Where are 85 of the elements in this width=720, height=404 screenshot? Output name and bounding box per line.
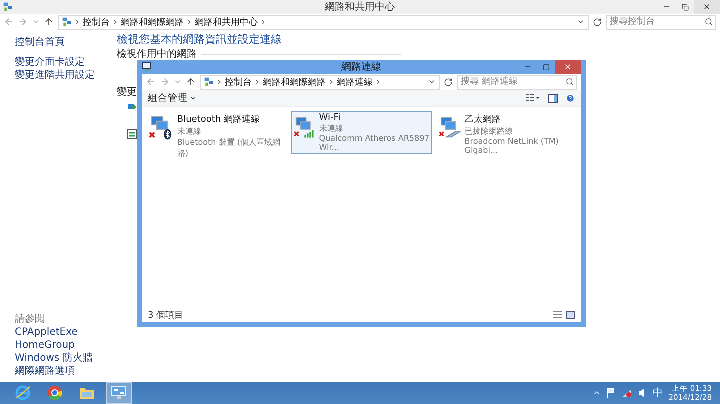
connection-item[interactable]: Bluetooth 網路連線 未連線 Bluetooth 裝置 (個人區域網路) — [146, 111, 287, 161]
dropdown-icon[interactable] — [577, 18, 585, 26]
search-field[interactable]: 搜尋控制台 — [606, 14, 716, 30]
chevron-icon — [74, 18, 81, 26]
window-title: 網路連線 — [342, 60, 382, 74]
recent-pages-icon[interactable] — [32, 18, 40, 26]
connection-status: 未連線 — [177, 126, 202, 137]
troubleshoot-icon — [127, 129, 137, 139]
close-icon — [703, 3, 711, 11]
address-bar[interactable]: 控制台 網路和網際網路 網路連線 — [200, 74, 440, 90]
breadcrumb-link[interactable]: 控制台 — [83, 16, 110, 28]
chevron-icon — [186, 18, 193, 26]
chevron-icon — [328, 78, 335, 86]
sidebar-link[interactable]: 變更介面卡設定 — [15, 57, 112, 69]
chevron-icon — [260, 18, 267, 26]
caret-icon — [190, 94, 197, 102]
breadcrumb-link[interactable]: 網路和網際網路 — [263, 76, 326, 88]
section-label: 檢視作用中的網路 — [117, 49, 197, 60]
item-count: 3 個項目 — [148, 310, 184, 322]
back-icon[interactable] — [146, 77, 156, 87]
see-also-link[interactable]: CPAppletExe — [15, 327, 112, 339]
breadcrumb-link[interactable]: 網路和共用中心 — [195, 16, 258, 28]
connection-name: Bluetooth 網路連線 — [177, 114, 261, 126]
sidebar-link[interactable]: 控制台首頁 — [15, 37, 112, 49]
search-field[interactable]: 搜尋 網路連線 — [457, 74, 577, 90]
network-center-icon — [62, 17, 72, 27]
connection-device: Bluetooth 裝置 (個人區域網路) — [177, 137, 282, 159]
connection-name: 乙太網路 — [464, 114, 502, 126]
connection-status: 已拔除網路線 — [464, 126, 514, 137]
maximize-icon — [542, 64, 550, 70]
dropdown-icon[interactable] — [428, 78, 436, 86]
bluetooth-network-icon — [148, 113, 174, 141]
close-icon — [564, 63, 572, 71]
see-also-heading: 請參閱 — [15, 314, 46, 326]
organize-menu-button[interactable]: 組合管理 — [148, 92, 197, 104]
change-view-icon[interactable] — [526, 94, 540, 102]
help-icon[interactable] — [566, 94, 575, 102]
window-title: 網路和共用中心 — [325, 0, 395, 14]
connection-device: Broadcom NetLink (TM) Gigabi... — [464, 137, 560, 155]
speaker-icon[interactable] — [638, 388, 647, 398]
flag-icon[interactable] — [606, 388, 616, 398]
breadcrumb-link[interactable]: 網路和網際網路 — [121, 16, 184, 28]
address-bar[interactable]: 控制台 網路和網際網路 網路和共用中心 — [58, 14, 589, 30]
connection-name: Wi-Fi — [319, 113, 342, 123]
connection-item[interactable]: 乙太網路 已拔除網路線 Broadcom NetLink (TM) Gigabi... — [436, 111, 577, 157]
up-icon[interactable] — [186, 77, 196, 87]
network-status-icon[interactable] — [622, 388, 632, 398]
details-view-icon[interactable] — [553, 311, 562, 319]
see-also-link[interactable]: 網際網路選項 — [15, 366, 112, 378]
folder-icon — [79, 386, 95, 400]
search-icon[interactable] — [566, 78, 574, 86]
connection-status: 未連線 — [319, 123, 344, 134]
control-panel-icon — [111, 386, 127, 400]
chevron-icon — [375, 78, 382, 86]
chevron-icon — [216, 78, 223, 86]
taskbar-app-button[interactable] — [106, 382, 132, 404]
up-icon[interactable] — [44, 17, 54, 27]
refresh-icon[interactable] — [593, 18, 602, 26]
network-center-icon — [204, 77, 214, 87]
chevron-icon — [254, 78, 261, 86]
restore-icon — [682, 4, 688, 10]
network-center-icon — [3, 2, 13, 12]
page-heading: 檢視您基本的網路資訊並設定連線 — [117, 33, 283, 46]
section-label: 變更 — [117, 87, 137, 98]
sidebar-link[interactable]: 變更進階共用設定 — [15, 70, 112, 82]
refresh-icon[interactable] — [444, 78, 453, 86]
breadcrumb-link[interactable]: 網路連線 — [337, 76, 373, 88]
browser-e-icon — [15, 385, 31, 401]
forward-icon[interactable] — [18, 17, 28, 27]
browser-ring-icon — [47, 385, 63, 401]
network-connections-icon — [142, 62, 152, 72]
chevron-icon — [112, 18, 119, 26]
search-icon[interactable] — [705, 18, 713, 26]
see-also-link[interactable]: HomeGroup — [15, 340, 112, 352]
breadcrumb-link[interactable]: 控制台 — [225, 76, 252, 88]
preview-pane-icon[interactable] — [548, 94, 558, 102]
forward-icon[interactable] — [160, 77, 170, 87]
show-hidden-icons-icon[interactable] — [592, 389, 601, 397]
back-icon[interactable] — [4, 17, 14, 27]
connection-item[interactable]: Wi-Fi 未連線 Qualcomm Atheros AR5897 Wir... — [291, 111, 432, 154]
recent-pages-icon[interactable] — [174, 78, 182, 86]
input-method-indicator[interactable]: 中 — [652, 386, 663, 400]
see-also-link[interactable]: Windows 防火牆 — [15, 353, 112, 365]
large-icons-view-icon[interactable] — [566, 311, 575, 319]
connection-device: Qualcomm Atheros AR5897 Wir... — [319, 134, 430, 152]
